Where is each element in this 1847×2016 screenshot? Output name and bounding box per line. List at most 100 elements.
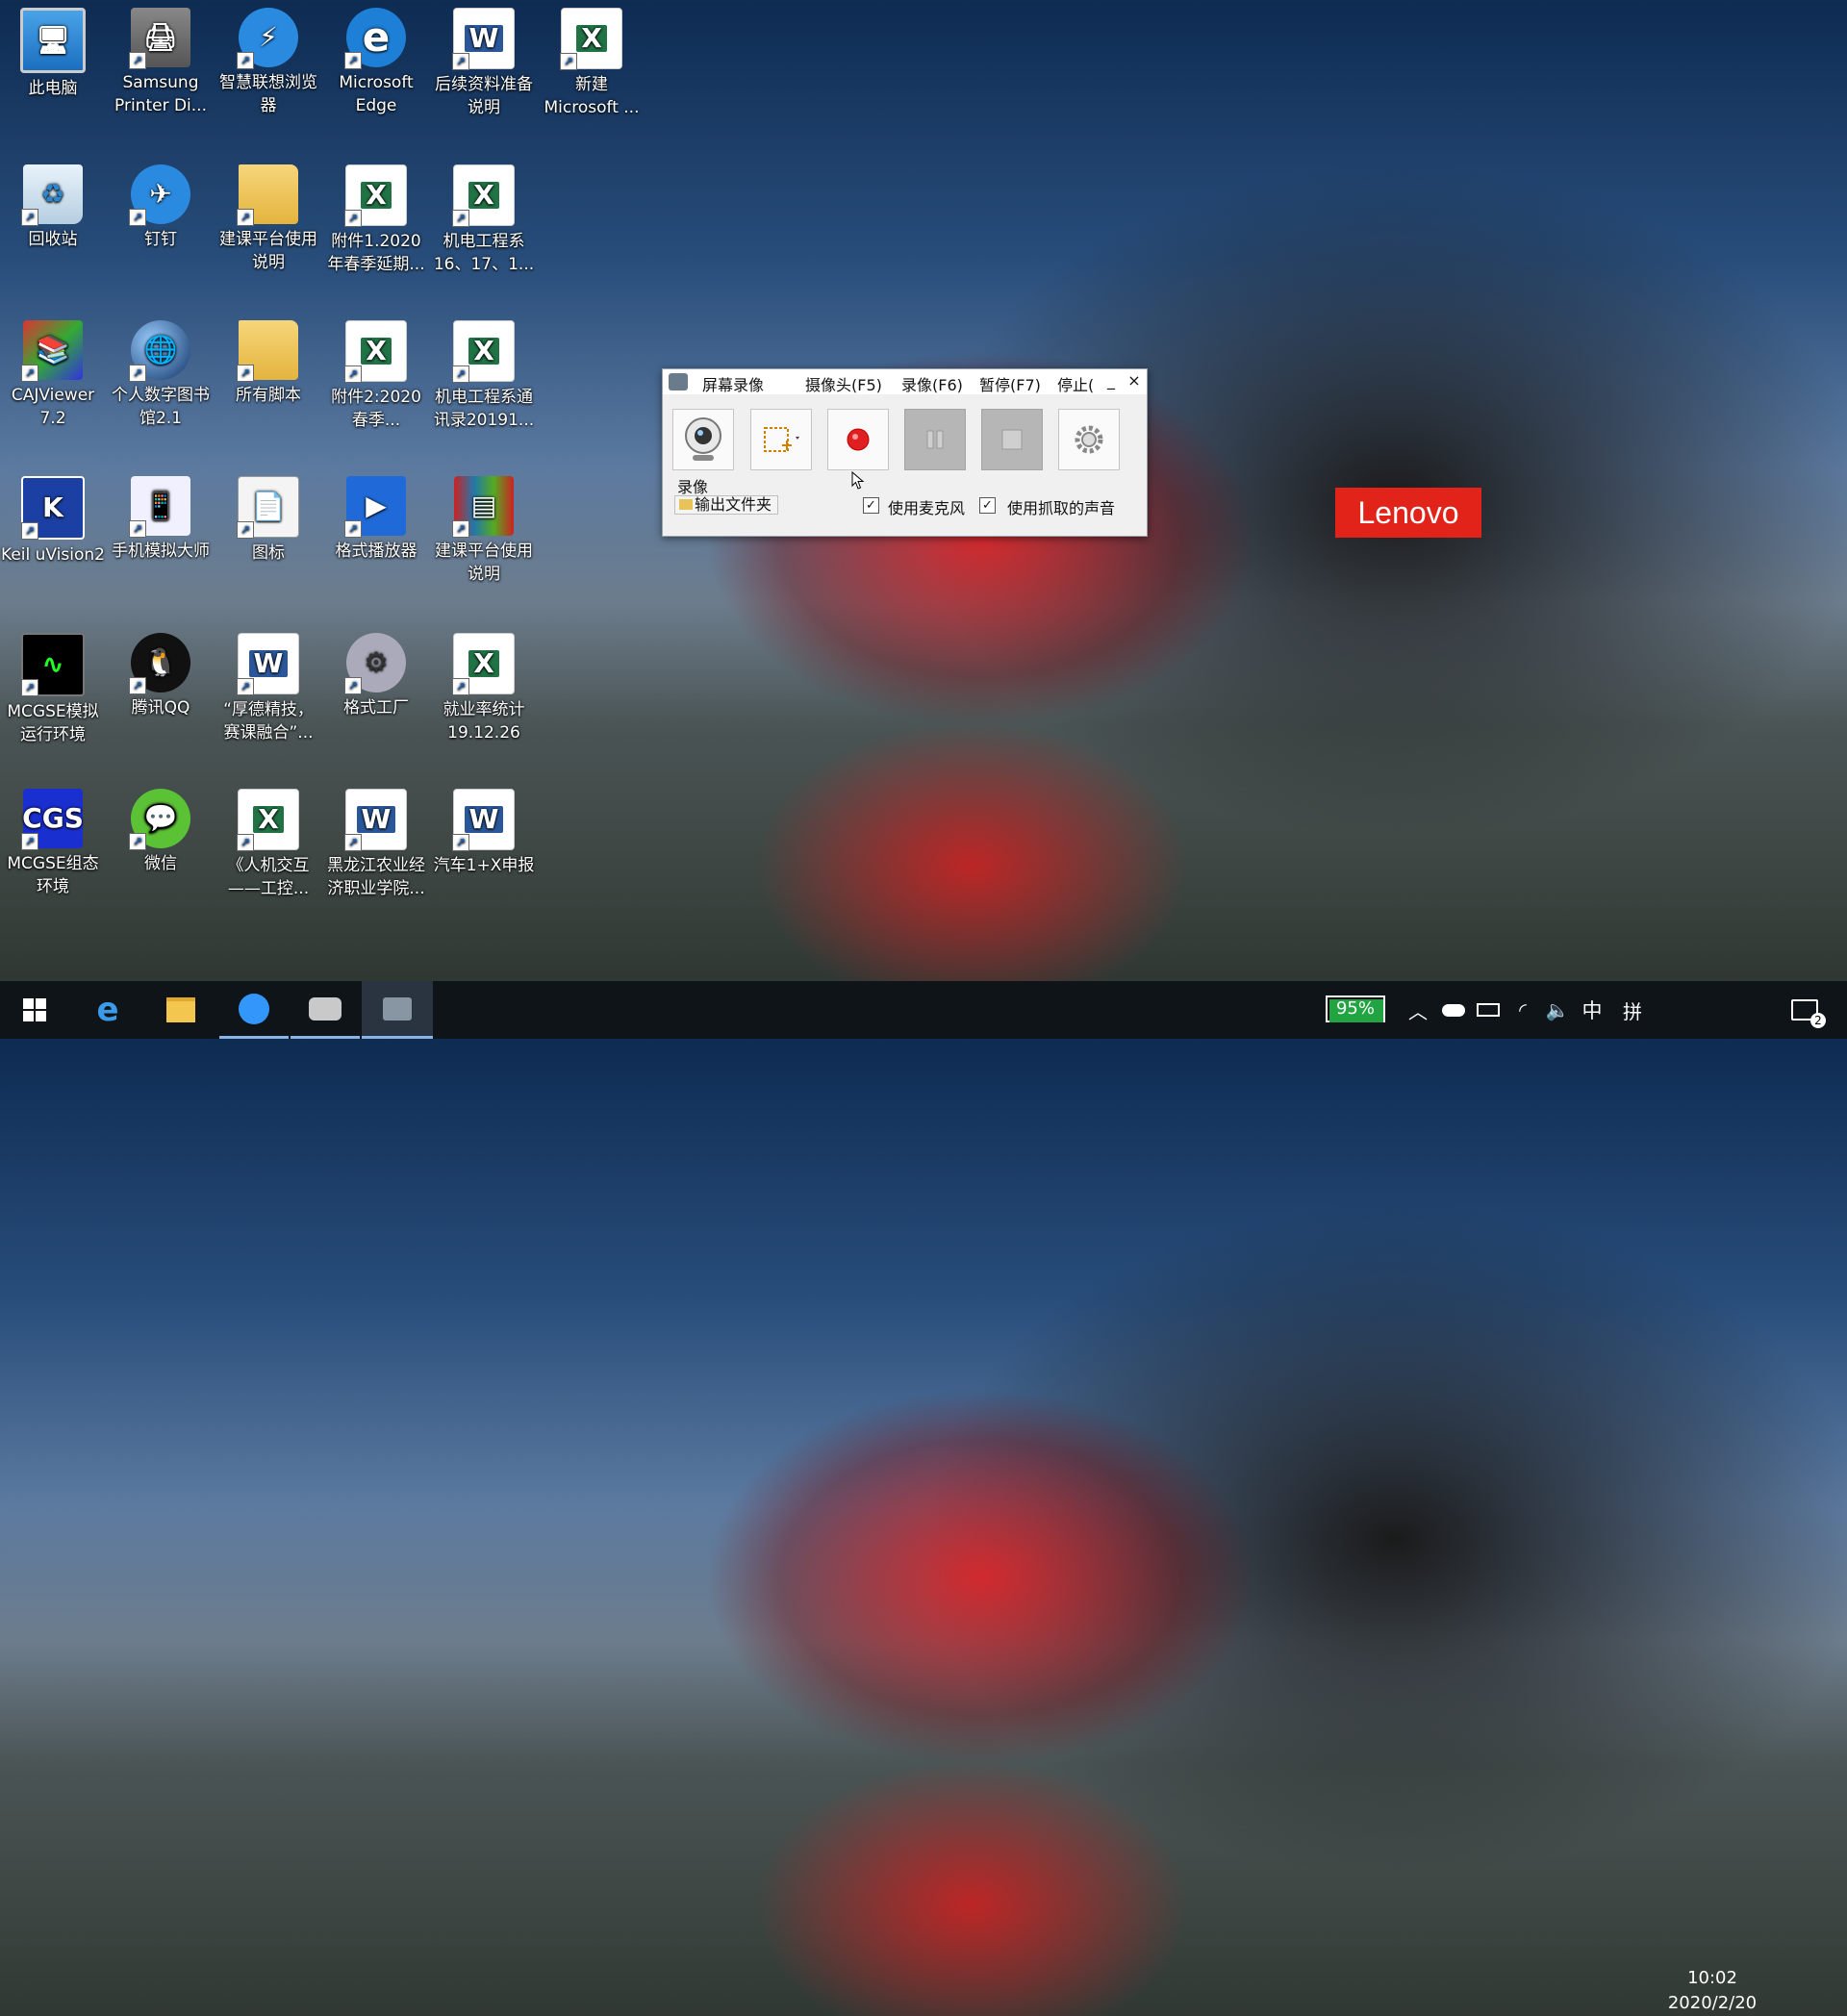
shortcut-arrow-icon: ↗ xyxy=(452,520,469,538)
dingtalk-icon: ✈ ↗ xyxy=(129,164,190,226)
shortcut-arrow-icon: ↗ xyxy=(452,53,469,70)
desktop-icon[interactable]: X ↗ 机电工程系16、17、1... xyxy=(431,157,537,276)
taskbar-dingtalk[interactable] xyxy=(219,981,289,1039)
this-pc-icon: 🖥 xyxy=(20,8,86,73)
desktop-icon[interactable]: 🖨 ↗ Samsung Printer Di... xyxy=(108,0,214,117)
stop-button[interactable] xyxy=(981,409,1043,470)
desktop-icon[interactable]: ✈ ↗ 钉钉 xyxy=(108,157,214,251)
keil-icon: K ↗ xyxy=(21,476,85,540)
desktop-icon[interactable]: X ↗ 就业率统计19.12.26 xyxy=(431,625,537,744)
desktop-icon[interactable]: ⚙ ↗ 格式工厂 xyxy=(323,625,429,719)
desktop-icon[interactable]: ⚡ ↗ 智慧联想浏览器 xyxy=(215,0,321,117)
taskbar-screen-recorder[interactable] xyxy=(291,981,360,1039)
taskbar-recorder-window[interactable] xyxy=(362,981,433,1039)
desktop-icon[interactable]: ↗ 建课平台使用说明 xyxy=(215,157,321,274)
network-tray[interactable]: ◜ xyxy=(1508,981,1537,1039)
desktop-icon-label: Samsung Printer Di... xyxy=(114,73,207,115)
action-center[interactable]: 2 xyxy=(1782,981,1828,1039)
desktop-icon[interactable]: 🌐 ↗ 个人数字图书馆2.1 xyxy=(108,313,214,430)
taskbar-edge[interactable]: e xyxy=(73,981,142,1039)
onedrive-tray[interactable] xyxy=(1439,981,1468,1039)
clock[interactable]: 10:02 2020/2/20 xyxy=(1655,1966,1770,2016)
desktop-icon[interactable]: 🐧 ↗ 腾讯QQ xyxy=(108,625,214,719)
desktop-icon[interactable]: ▶ ↗ 格式播放器 xyxy=(323,468,429,563)
excel-doc-icon: X ↗ xyxy=(344,164,407,227)
recorder-title-bar[interactable]: 屏幕录像 摄像头(F5) 录像(F6) 暂停(F7) 停止( _ × xyxy=(663,369,1147,394)
desktop-icon-label: 图标 xyxy=(252,543,285,563)
recorder-window-icon xyxy=(383,996,412,1021)
desktop-icon[interactable]: K ↗ Keil uVision2 xyxy=(0,468,106,567)
ime-mode[interactable]: 拼 xyxy=(1616,981,1649,1039)
shortcut-arrow-icon: ↗ xyxy=(344,365,362,383)
menu-pause[interactable]: 暂停(F7) xyxy=(979,372,1041,395)
desktop-icon[interactable]: 📱 ↗ 手机模拟大师 xyxy=(108,468,214,563)
shortcut-arrow-icon: ↗ xyxy=(344,52,362,69)
battery-meter[interactable]: 95% xyxy=(1326,995,1385,1022)
desktop-icon[interactable]: ♻ ↗ 回收站 xyxy=(0,157,106,251)
ime-language[interactable]: 中 xyxy=(1576,981,1608,1039)
desktop-icon[interactable]: ∿ ↗ MCGSE模拟运行环境 xyxy=(0,625,106,746)
desktop-icon-label: 个人数字图书馆2.1 xyxy=(112,386,210,428)
desktop-icon-label: 格式播放器 xyxy=(335,542,417,561)
desktop-icon[interactable]: 📚 ↗ CAJViewer 7.2 xyxy=(0,313,106,430)
desktop-icon[interactable]: 💬 ↗ 微信 xyxy=(108,781,214,875)
use-mic-checkbox[interactable]: ✓ xyxy=(863,497,879,514)
show-hidden-icons[interactable]: ︿ xyxy=(1404,981,1431,1039)
shortcut-arrow-icon: ↗ xyxy=(237,209,254,226)
folder-doc-icon: 📄 ↗ xyxy=(237,476,299,539)
close-button[interactable]: × xyxy=(1123,369,1146,394)
shortcut-arrow-icon: ↗ xyxy=(344,834,362,851)
output-folder-label: 输出文件夹 xyxy=(695,495,772,514)
shortcut-arrow-icon: ↗ xyxy=(129,520,146,538)
desktop-icon[interactable]: ↗ 所有脚本 xyxy=(215,313,321,407)
desktop-icon-label: Keil uVision2 xyxy=(1,545,105,565)
battery-tray[interactable] xyxy=(1474,981,1503,1039)
volume-tray[interactable]: 🔈 xyxy=(1543,981,1572,1039)
desktop-icon-label: 腾讯QQ xyxy=(131,698,190,718)
desktop-icon[interactable]: X ↗ 附件1.2020年春季延期... xyxy=(323,157,429,276)
taskbar-file-explorer[interactable] xyxy=(146,981,215,1039)
desktop-icon[interactable]: X ↗ 附件2:2020春季... xyxy=(323,313,429,432)
folder-icon xyxy=(679,499,693,510)
output-folder-button[interactable]: 输出文件夹 xyxy=(674,495,779,515)
desktop-icon[interactable]: X ↗ 《人机交互——工控... xyxy=(215,781,321,900)
desktop-icon[interactable]: CGS ↗ MCGSE组态环境 xyxy=(0,781,106,898)
desktop-icon[interactable]: W ↗ 汽车1+X申报 xyxy=(431,781,537,877)
shortcut-arrow-icon: ↗ xyxy=(452,678,469,695)
media-player-icon: ▶ ↗ xyxy=(344,476,406,538)
start-button[interactable] xyxy=(0,981,69,1039)
lenovo-browser-icon: ⚡ ↗ xyxy=(237,8,298,69)
screen-recorder-window: 屏幕录像 摄像头(F5) 录像(F6) 暂停(F7) 停止( _ × 录像 输出… xyxy=(662,368,1148,537)
desktop-icon[interactable]: W ↗ 后续资料准备说明 xyxy=(431,0,537,119)
desktop-icon-label: “厚德精技，赛课融合”... xyxy=(223,700,314,743)
menu-record[interactable]: 录像(F6) xyxy=(901,372,963,395)
menu-camera[interactable]: 摄像头(F5) xyxy=(805,372,882,395)
excel-doc-icon: X ↗ xyxy=(560,8,622,70)
use-captured-audio-checkbox[interactable]: ✓ xyxy=(979,497,996,514)
desktop-icon[interactable]: e ↗ Microsoft Edge xyxy=(323,0,429,117)
desktop-icon[interactable]: 📄 ↗ 图标 xyxy=(215,468,321,565)
desktop-icon[interactable]: X ↗ 新建 Microsoft ... xyxy=(539,0,645,119)
settings-button[interactable] xyxy=(1058,409,1120,470)
desktop-icon[interactable]: X ↗ 机电工程系通讯录20191... xyxy=(431,313,537,432)
desktop-icon[interactable]: W ↗ “厚德精技，赛课融合”... xyxy=(215,625,321,744)
desktop-icon-label: CAJViewer 7.2 xyxy=(11,386,95,428)
menu-stop[interactable]: 停止( xyxy=(1057,372,1094,395)
shortcut-arrow-icon: ↗ xyxy=(129,677,146,694)
lenovo-logo: Lenovo xyxy=(1335,488,1481,538)
desktop-icon[interactable]: W ↗ 黑龙江农业经济职业学院... xyxy=(323,781,429,900)
winrar-icon: ▤ ↗ xyxy=(452,476,514,538)
pause-button[interactable] xyxy=(904,409,966,470)
webcam-button[interactable] xyxy=(672,409,734,470)
folder-icon: ↗ xyxy=(237,164,298,226)
dingtalk-icon xyxy=(239,993,269,1024)
desktop-icon[interactable]: ▤ ↗ 建课平台使用说明 xyxy=(431,468,537,586)
desktop-icon[interactable]: 🖥 此电脑 xyxy=(0,0,106,100)
speaker-icon: 🔈 xyxy=(1545,998,1570,1021)
minimize-button[interactable]: _ xyxy=(1100,369,1123,394)
desktop-icon-label: 后续资料准备说明 xyxy=(435,75,533,117)
shortcut-arrow-icon: ↗ xyxy=(452,210,469,227)
region-select-button[interactable] xyxy=(750,409,812,470)
shortcut-arrow-icon: ↗ xyxy=(237,365,254,382)
record-button[interactable] xyxy=(827,409,889,470)
